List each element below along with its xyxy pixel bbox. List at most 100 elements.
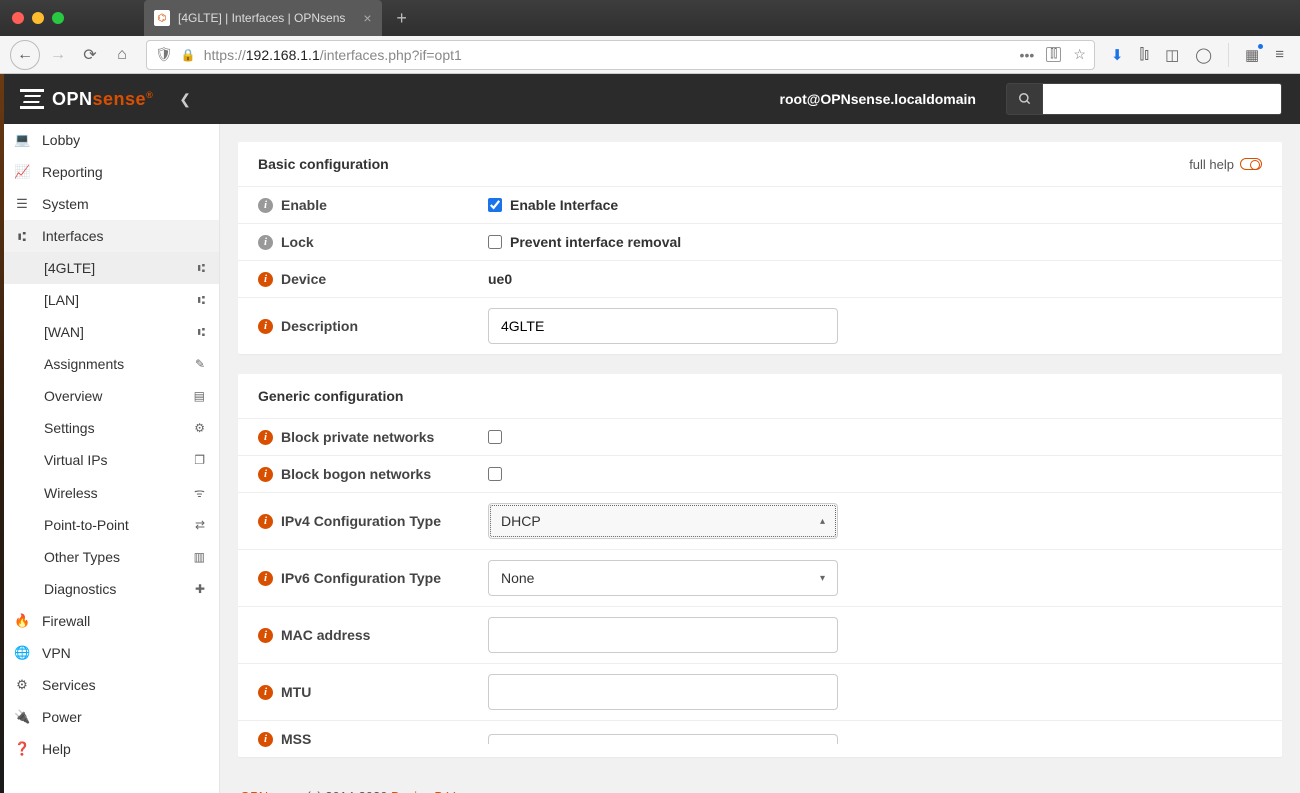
sitemap-icon: ⑆ xyxy=(198,261,205,275)
info-icon[interactable]: i xyxy=(258,319,273,334)
sidebar-item-overview[interactable]: Overview▤ xyxy=(0,380,219,412)
ipv4-type-select[interactable]: DHCP▴ xyxy=(488,503,838,539)
sidebar-item-other[interactable]: Other Types▥ xyxy=(0,541,219,573)
logo-mark-icon xyxy=(18,87,46,111)
panel-title: Basic configuration xyxy=(258,156,389,172)
sidebar-toggle-icon[interactable]: ◫ xyxy=(1165,46,1179,64)
toggle-off-icon xyxy=(1240,158,1262,170)
back-button[interactable]: ← xyxy=(10,40,40,70)
sidebar-item-interfaces[interactable]: ⑆Interfaces xyxy=(0,220,219,252)
sidebar-item-services[interactable]: ⚙Services xyxy=(0,669,219,701)
reader-icon[interactable]: ⫿⫿ xyxy=(1046,47,1061,62)
account-icon[interactable]: ◯ xyxy=(1195,46,1212,64)
sidebar-item-4glte[interactable]: [4GLTE]⑆ xyxy=(0,252,219,284)
header-search xyxy=(1006,83,1282,115)
description-input[interactable] xyxy=(488,308,838,344)
sidebar-item-wan[interactable]: [WAN]⑆ xyxy=(0,316,219,348)
sidebar-item-assignments[interactable]: Assignments✎ xyxy=(0,348,219,380)
info-icon[interactable]: i xyxy=(258,235,273,250)
device-value: ue0 xyxy=(488,271,1262,287)
tab-title: [4GLTE] | Interfaces | OPNsens xyxy=(178,11,345,25)
lock-checkbox[interactable] xyxy=(488,235,502,249)
browser-tab[interactable]: ⌬ [4GLTE] | Interfaces | OPNsens × xyxy=(144,0,382,36)
sidebar-item-help[interactable]: ❓Help xyxy=(0,733,219,765)
block-private-checkbox[interactable] xyxy=(488,430,502,444)
full-help-toggle[interactable]: full help xyxy=(1189,157,1262,172)
help-icon: ❓ xyxy=(14,741,30,757)
row-device: iDevice ue0 xyxy=(238,261,1282,298)
downloads-icon[interactable]: ⬇ xyxy=(1111,46,1124,64)
archive-icon: ▥ xyxy=(194,550,205,564)
shield-icon[interactable]: 🛡 xyxy=(155,46,173,63)
sidebar-item-reporting[interactable]: 📈Reporting xyxy=(0,156,219,188)
info-icon[interactable]: i xyxy=(258,198,273,213)
grid-icon: ▤ xyxy=(194,389,205,403)
info-icon[interactable]: i xyxy=(258,430,273,445)
info-icon[interactable]: i xyxy=(258,467,273,482)
app-header: OPNsense® ❮ root@OPNsense.localdomain xyxy=(0,74,1300,124)
close-window-icon[interactable] xyxy=(12,12,24,24)
block-bogon-checkbox[interactable] xyxy=(488,467,502,481)
tab-close-icon[interactable]: × xyxy=(353,10,371,26)
home-button[interactable]: ⌂ xyxy=(108,41,136,69)
globe-icon: 🌐 xyxy=(14,645,30,661)
brand-logo[interactable]: OPNsense® xyxy=(18,87,153,111)
footer-link-opnsense[interactable]: OPNsense xyxy=(240,789,303,793)
sidebar-item-system[interactable]: ☰System xyxy=(0,188,219,220)
more-icon[interactable]: ••• xyxy=(1020,47,1035,63)
library-icon[interactable]: ⫿⫾ xyxy=(1139,46,1149,63)
wifi-icon: ᯤ xyxy=(194,484,205,501)
caret-down-icon: ▾ xyxy=(820,573,825,584)
sidebar-item-firewall[interactable]: 🔥Firewall xyxy=(0,605,219,637)
pencil-icon: ✎ xyxy=(195,357,205,371)
url-text: https://192.168.1.1/interfaces.php?if=op… xyxy=(204,47,1012,63)
sidebar-collapse-button[interactable]: ❮ xyxy=(169,91,201,108)
minimize-window-icon[interactable] xyxy=(32,12,44,24)
forward-button: → xyxy=(44,41,72,69)
zoom-window-icon[interactable] xyxy=(52,12,64,24)
info-icon[interactable]: i xyxy=(258,685,273,700)
link-icon: ⇄ xyxy=(195,518,205,532)
sidebar-item-wireless[interactable]: Wirelessᯤ xyxy=(0,476,219,509)
row-description: iDescription xyxy=(238,298,1282,354)
list-icon: ☰ xyxy=(14,196,30,212)
bookmark-star-icon[interactable]: ☆ xyxy=(1073,46,1086,63)
info-icon[interactable]: i xyxy=(258,628,273,643)
sitemap-icon: ⑆ xyxy=(198,293,205,307)
ipv6-type-select[interactable]: None▾ xyxy=(488,560,838,596)
sidebar-item-diagnostics[interactable]: Diagnostics✚ xyxy=(0,573,219,605)
sidebar-item-settings[interactable]: Settings⚙ xyxy=(0,412,219,444)
mtu-input[interactable] xyxy=(488,674,838,710)
mac-input[interactable] xyxy=(488,617,838,653)
row-block-bogon: iBlock bogon networks xyxy=(238,456,1282,493)
sidebar-item-ptp[interactable]: Point-to-Point⇄ xyxy=(0,509,219,541)
chart-icon: 📈 xyxy=(14,164,30,180)
tab-favicon: ⌬ xyxy=(154,10,170,26)
row-ipv4-type: iIPv4 Configuration Type DHCP▴ xyxy=(238,493,1282,550)
panel-title: Generic configuration xyxy=(258,388,403,404)
sidebar-item-lobby[interactable]: 💻Lobby xyxy=(0,124,219,156)
footer-link-deciso[interactable]: Deciso B.V. xyxy=(391,789,458,793)
sidebar-item-virtualips[interactable]: Virtual IPs❐ xyxy=(0,444,219,476)
info-icon[interactable]: i xyxy=(258,732,273,747)
new-tab-button[interactable]: + xyxy=(388,4,416,32)
sidebar-item-lan[interactable]: [LAN]⑆ xyxy=(0,284,219,316)
reload-button[interactable]: ⟳ xyxy=(76,41,104,69)
search-input[interactable] xyxy=(1042,83,1282,115)
copy-icon: ❐ xyxy=(194,453,205,467)
search-button[interactable] xyxy=(1006,83,1042,115)
extension-icon[interactable]: ▦ xyxy=(1245,46,1259,64)
sidebar-item-power[interactable]: 🔌Power xyxy=(0,701,219,733)
medkit-icon: ✚ xyxy=(195,582,205,596)
sidebar-item-vpn[interactable]: 🌐VPN xyxy=(0,637,219,669)
info-icon[interactable]: i xyxy=(258,272,273,287)
info-icon[interactable]: i xyxy=(258,514,273,529)
address-bar[interactable]: 🛡 🔒 https://192.168.1.1/interfaces.php?i… xyxy=(146,40,1095,70)
enable-checkbox[interactable] xyxy=(488,198,502,212)
gears-icon: ⚙ xyxy=(194,421,205,435)
lock-warning-icon[interactable]: 🔒 xyxy=(181,48,196,62)
info-icon[interactable]: i xyxy=(258,571,273,586)
menu-icon[interactable]: ≡ xyxy=(1275,46,1284,63)
browser-toolbar: ← → ⟳ ⌂ 🛡 🔒 https://192.168.1.1/interfac… xyxy=(0,36,1300,74)
mss-input[interactable] xyxy=(488,734,838,744)
